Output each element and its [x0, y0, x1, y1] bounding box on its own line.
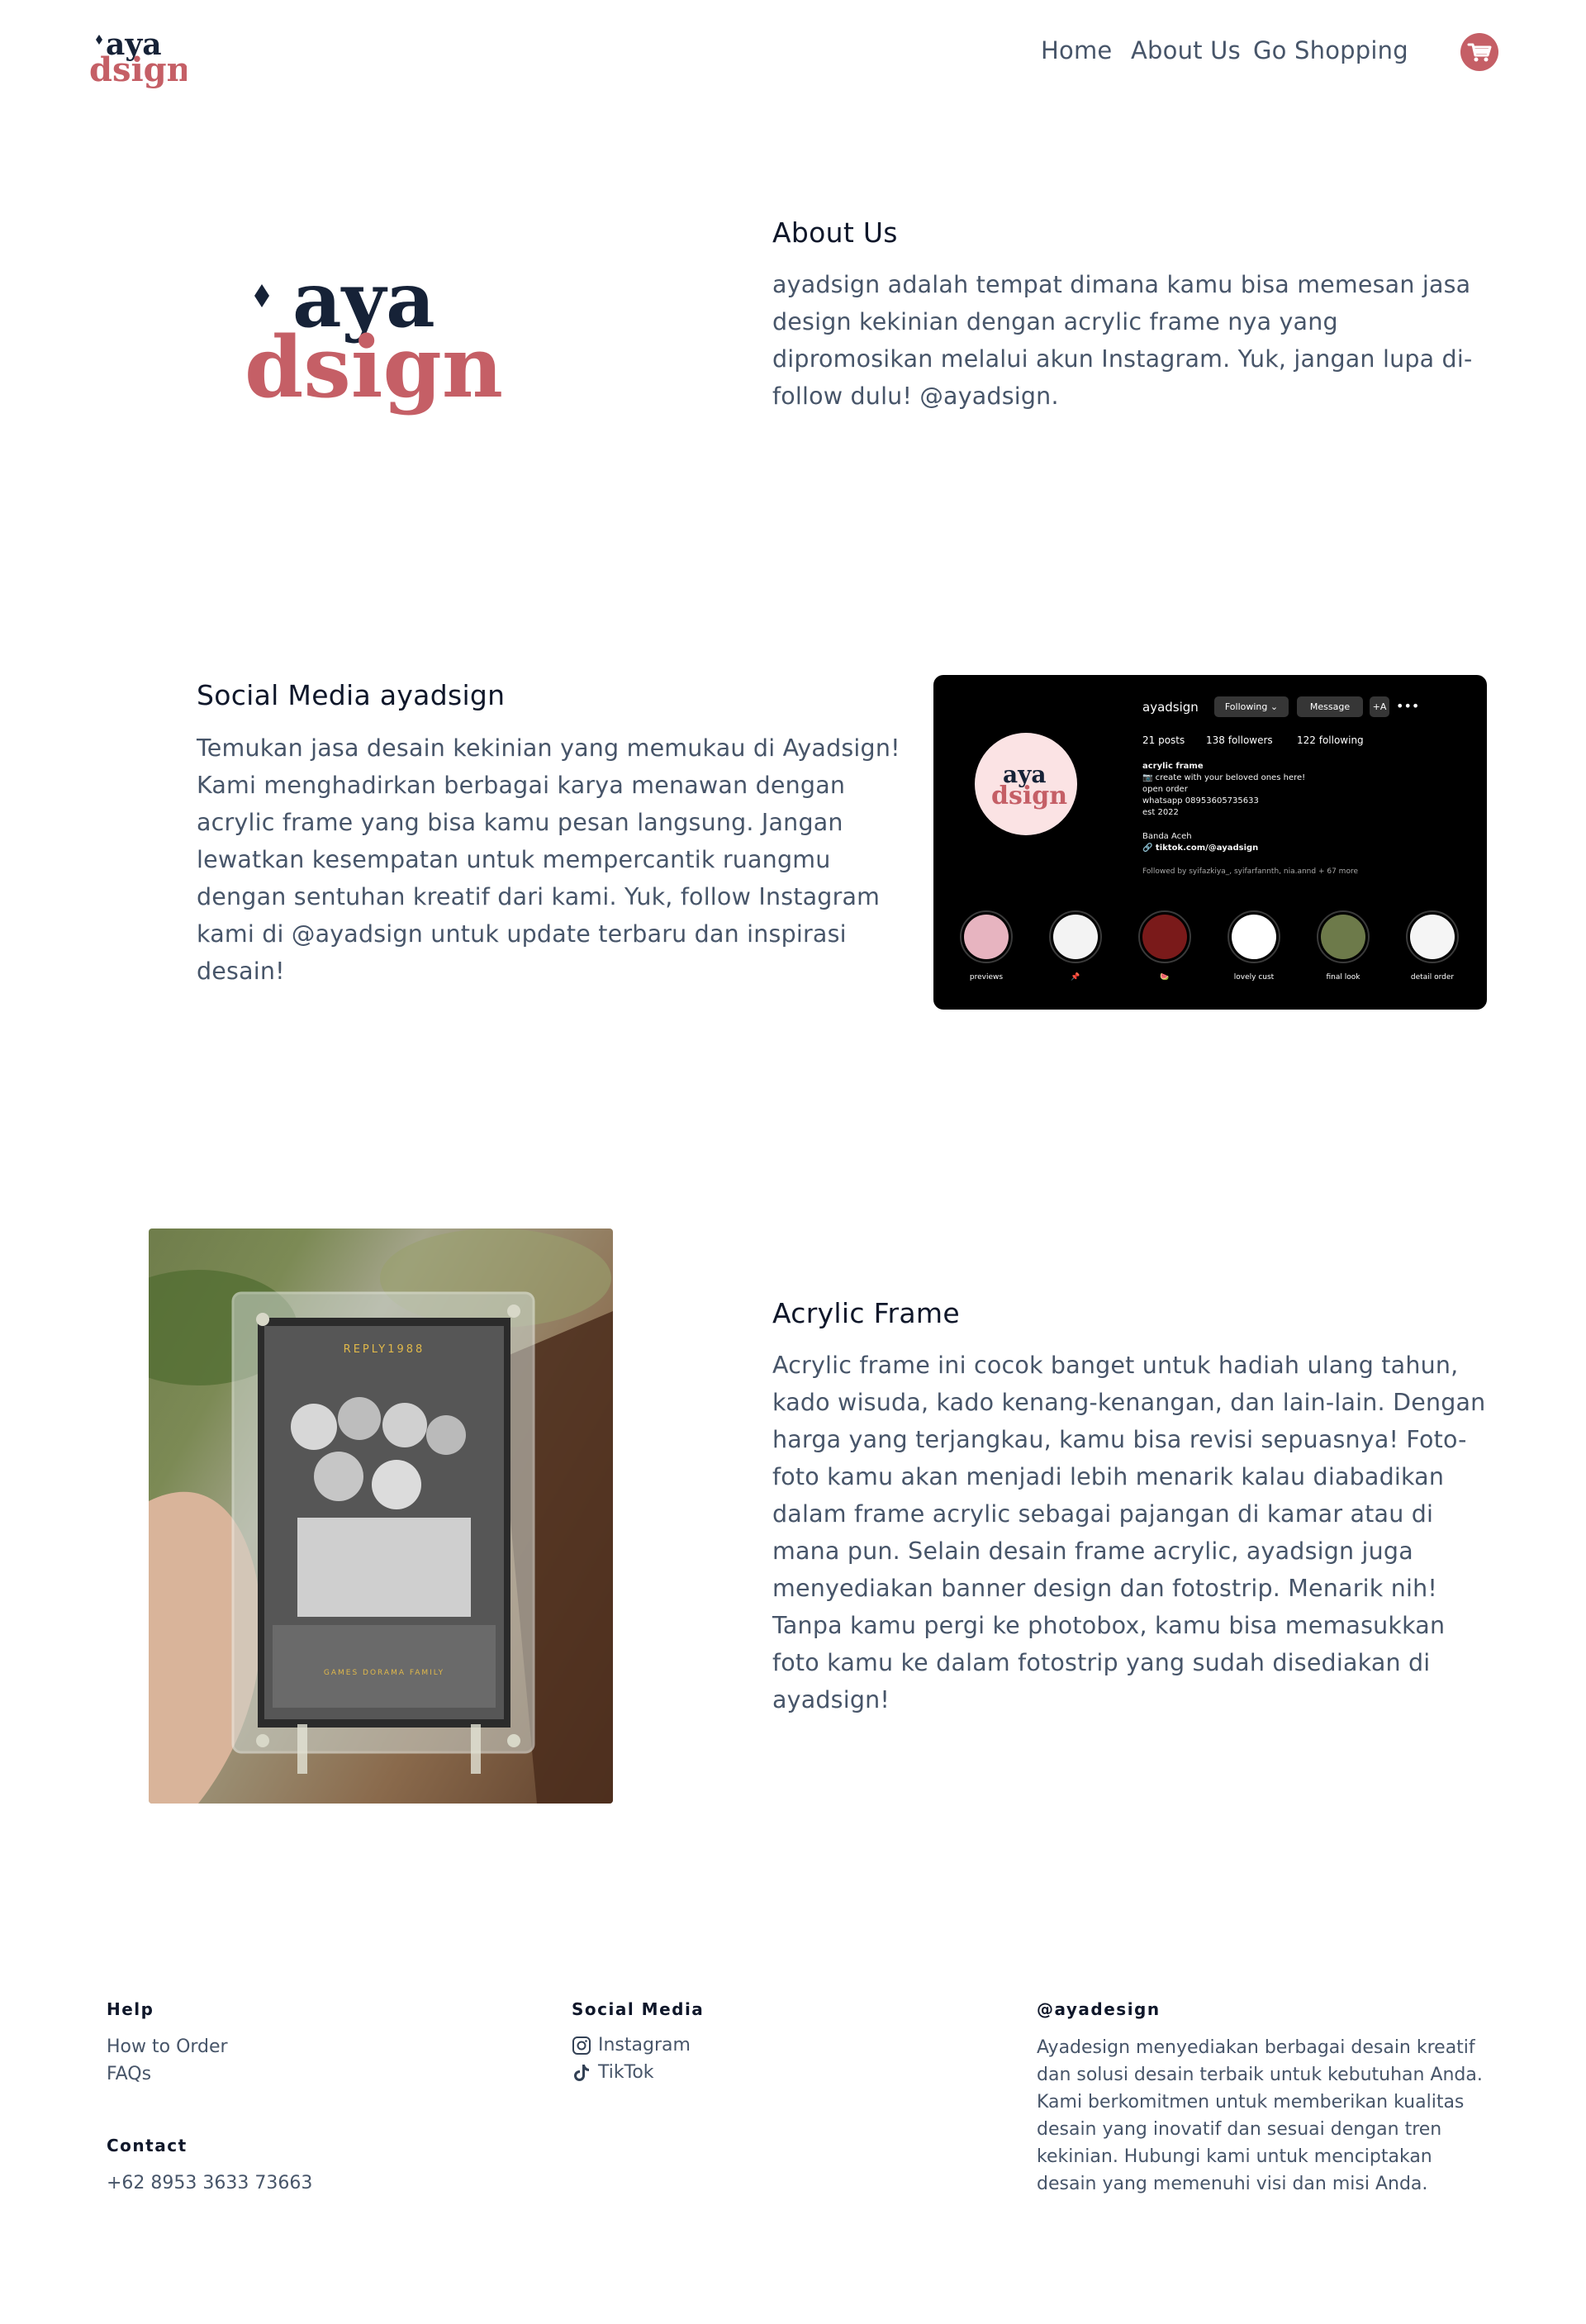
footer-phone: +62 8953 3633 73663 [107, 2173, 313, 2193]
ig-bio-line: whatsapp 08953605735633 [1142, 796, 1259, 806]
tiktok-icon [574, 2065, 589, 2081]
ig-bio-line: open order [1142, 785, 1188, 794]
shopping-cart-icon [1467, 43, 1492, 62]
ig-avatar: aya dsign [975, 733, 1077, 835]
social-text: Temukan jasa desain kekinian yang memuka… [197, 734, 900, 985]
ig-avatar-bottom: dsign [991, 782, 1067, 810]
tiktok-label: TikTok [598, 2062, 654, 2083]
logo-word-bottom: dsign [89, 50, 187, 89]
footer-about-text: Ayadesign menyediakan berbagai desain kr… [1037, 2037, 1483, 2194]
about-logo-bottom: dsign [245, 318, 503, 417]
footer-about-title: @ayadesign [1037, 1999, 1161, 2019]
instagram-icon [572, 2036, 591, 2055]
ig-highlight [1406, 910, 1459, 963]
footer-faqs-link[interactable]: FAQs [107, 2064, 151, 2084]
acrylic-title: Acrylic Frame [772, 1297, 960, 1329]
acrylic-text: Acrylic frame ini cocok banget untuk had… [772, 1352, 1486, 1713]
ig-bio-line: est 2022 [1142, 808, 1179, 817]
sparkle-icon [96, 35, 102, 45]
instagram-profile-screenshot: aya dsign ayadsign Following ⌄ Message +… [933, 675, 1487, 1010]
ig-location: Banda Aceh [1142, 832, 1192, 841]
ig-highlight [960, 910, 1013, 963]
ig-highlight-label: previews [969, 973, 1004, 981]
sparkle-icon [254, 284, 269, 307]
footer-instagram-link[interactable]: Instagram [572, 2035, 691, 2055]
ig-highlight-label: lovely cust [1233, 973, 1275, 981]
ig-following: 122 following [1297, 734, 1364, 746]
ig-highlight [1049, 910, 1102, 963]
about-logo: aya dsign [245, 255, 503, 417]
ig-highlight-label: detail order [1410, 973, 1455, 981]
ig-highlight-label: 📌 [1071, 973, 1080, 981]
footer-how-to-order-link[interactable]: How to Order [107, 2036, 228, 2057]
about-title: About Us [772, 216, 898, 249]
footer-contact-title: Contact [107, 2136, 188, 2155]
ig-followers: 138 followers [1206, 734, 1273, 746]
nav-go-shopping[interactable]: Go Shopping [1253, 36, 1408, 64]
ig-add-button: +A [1370, 696, 1389, 717]
brand-logo[interactable]: aya dsign [88, 23, 187, 89]
cart-button[interactable] [1460, 33, 1498, 71]
ig-username: ayadsign [1142, 700, 1199, 715]
about-text: ayadsign adalah tempat dimana kamu bisa … [772, 271, 1473, 410]
ig-message-button: Message [1297, 696, 1363, 717]
footer-social-title: Social Media [572, 1999, 705, 2019]
nav-about-us[interactable]: About Us [1131, 36, 1241, 64]
ig-highlight-label: 🍉 [1160, 973, 1170, 981]
ig-following-button: Following ⌄ [1214, 696, 1289, 717]
ig-more-icon: ••• [1396, 698, 1420, 714]
frame-top-text: REPLY1988 [344, 1343, 425, 1356]
footer-tiktok-link[interactable]: TikTok [572, 2062, 654, 2083]
ig-highlight [1227, 910, 1280, 963]
ig-highlight [1138, 910, 1191, 963]
ig-bio-line: 📷 create with your beloved ones here! [1142, 773, 1306, 782]
ig-bio-name: acrylic frame [1142, 762, 1204, 771]
ig-highlight [1317, 910, 1370, 963]
footer-help-title: Help [107, 1999, 154, 2019]
nav-home[interactable]: Home [1041, 36, 1112, 64]
ig-posts: 21 posts [1142, 734, 1185, 746]
ig-link: 🔗 tiktok.com/@ayadsign [1142, 844, 1259, 853]
instagram-label: Instagram [598, 2035, 691, 2055]
ig-highlight-label: final look [1326, 973, 1360, 981]
ig-followed-by: Followed by syifazkiya_, syifarfannth, n… [1142, 867, 1358, 876]
frame-bottom-text: GAMES DORAMA FAMILY [324, 1669, 444, 1677]
social-title: Social Media ayadsign [197, 679, 506, 711]
acrylic-frame-photo: REPLY1988 GAMES DORAMA FAMILY [149, 1229, 613, 1804]
